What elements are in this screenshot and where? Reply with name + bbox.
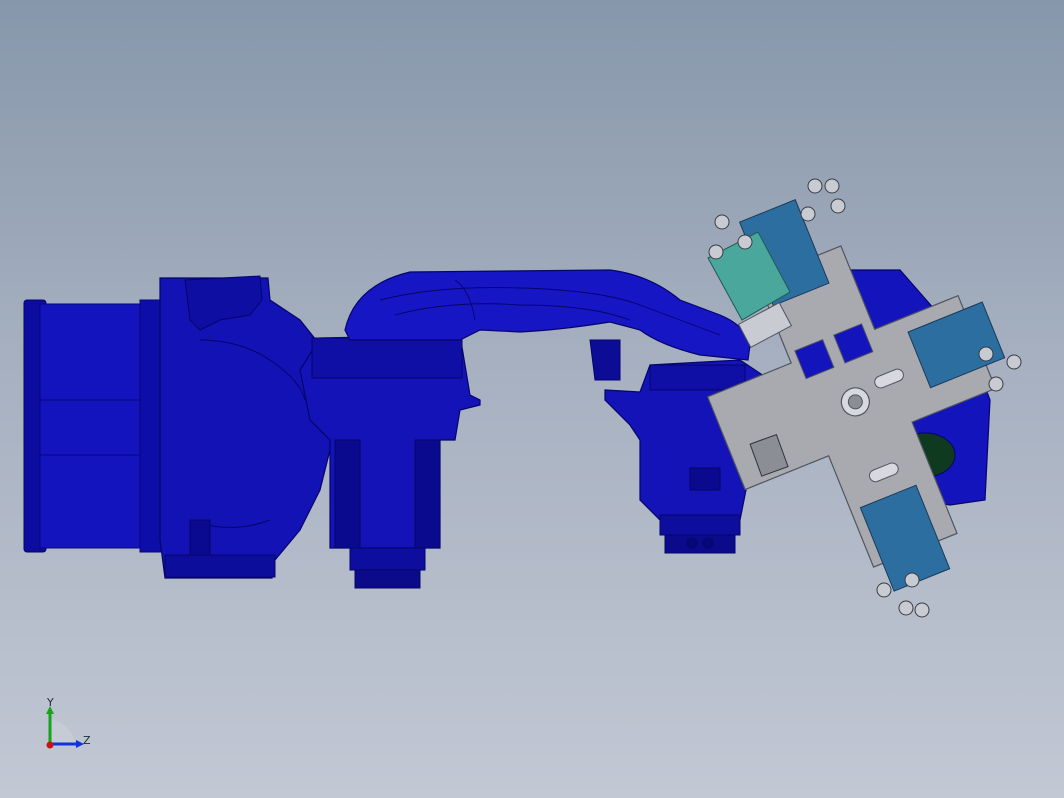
coordinate-triad: Y Z	[38, 696, 98, 756]
robot-arm-model[interactable]	[0, 0, 1064, 798]
robot-base[interactable]	[23, 299, 163, 553]
y-axis-label: Y	[47, 696, 54, 709]
z-axis-label: Z	[83, 734, 91, 747]
cad-graphics-area[interactable]: Y Z	[0, 0, 1064, 798]
